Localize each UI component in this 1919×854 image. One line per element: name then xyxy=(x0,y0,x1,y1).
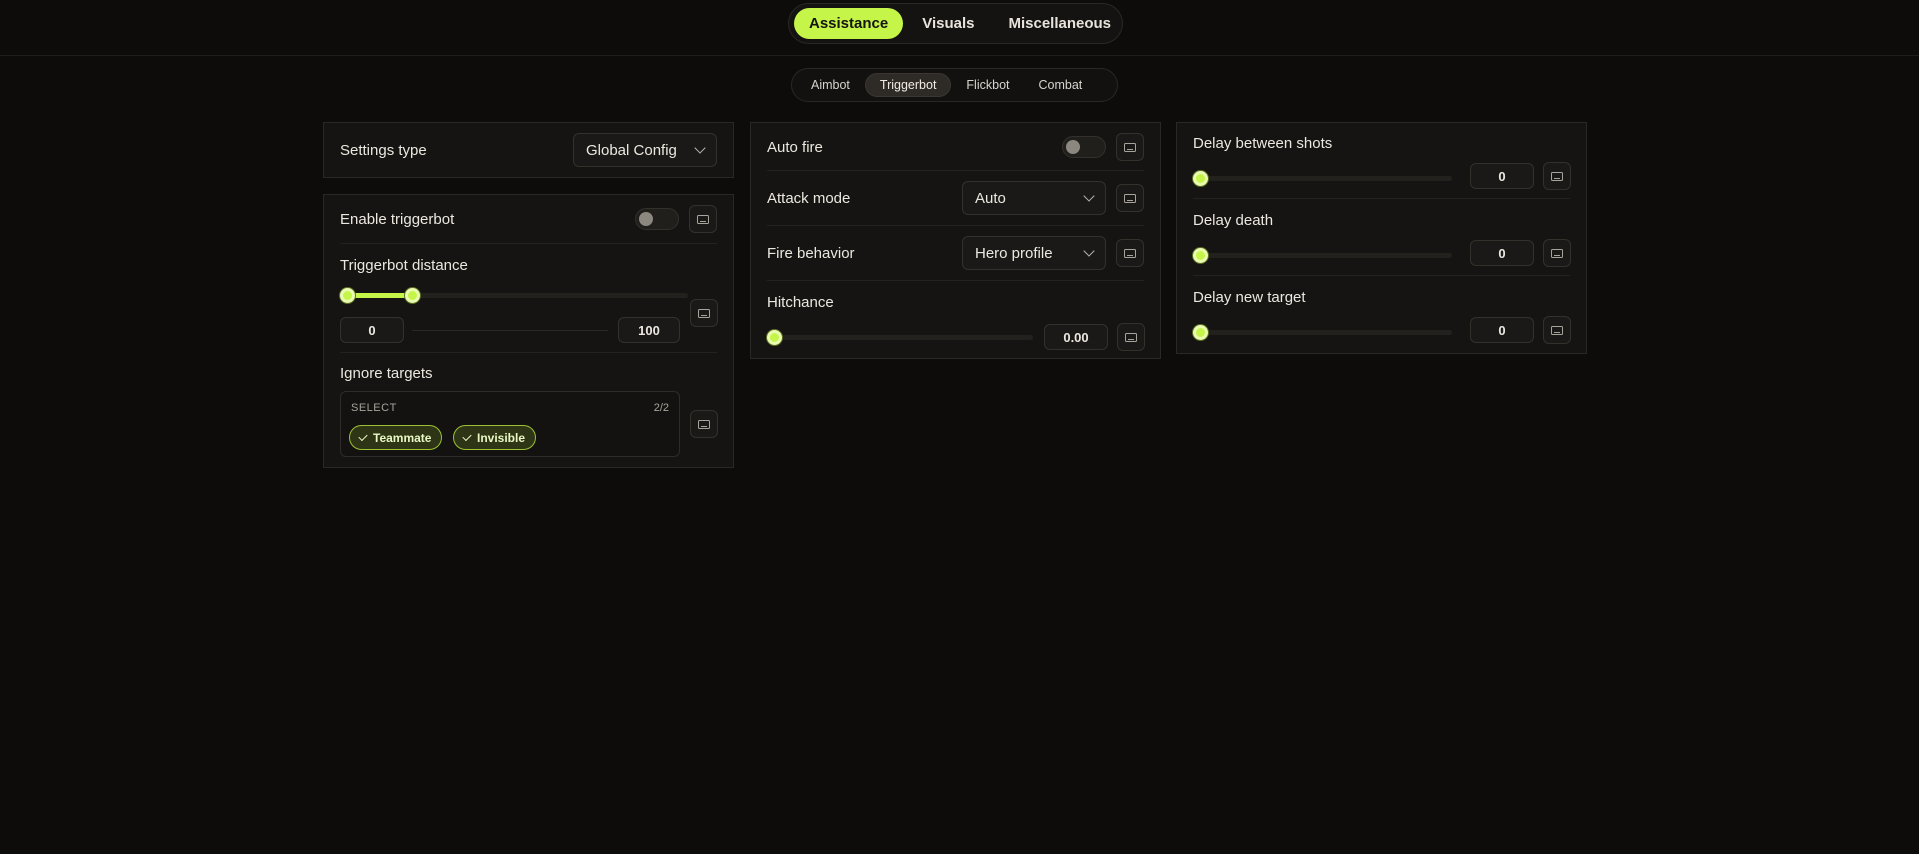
triggerbot-distance-label: Triggerbot distance xyxy=(340,257,468,274)
settings-type-panel: Settings type Global Config xyxy=(323,122,734,178)
keyboard-icon xyxy=(698,419,710,429)
ignore-targets-select[interactable]: SELECT 2/2 Teammate Invisible xyxy=(340,391,680,457)
attack-mode-value: Auto xyxy=(975,189,1006,207)
hitchance-keybind-button[interactable] xyxy=(1117,323,1145,351)
keyboard-icon xyxy=(1551,325,1563,335)
divider xyxy=(1193,275,1570,276)
fire-behavior-select[interactable]: Hero profile xyxy=(962,236,1106,270)
chip-invisible[interactable]: Invisible xyxy=(453,425,537,450)
subtab-triggerbot[interactable]: Triggerbot xyxy=(864,73,952,97)
check-icon xyxy=(462,431,472,441)
keyboard-icon xyxy=(697,214,709,224)
delay-between-shots-handle[interactable] xyxy=(1193,171,1208,186)
divider xyxy=(1193,198,1570,199)
main-tabs: Assistance Visuals Miscellaneous xyxy=(788,3,1123,44)
enable-triggerbot-label: Enable triggerbot xyxy=(340,210,455,228)
keyboard-icon xyxy=(1551,248,1563,258)
divider xyxy=(340,243,717,244)
keyboard-icon xyxy=(1124,248,1136,258)
toggle-knob xyxy=(639,212,653,226)
delay-death-input[interactable]: 0 xyxy=(1470,240,1534,266)
divider xyxy=(340,352,717,353)
triggerbot-panel: Enable triggerbot Triggerbot distance 0 … xyxy=(323,194,734,468)
auto-fire-label: Auto fire xyxy=(767,138,823,156)
delay-death-handle[interactable] xyxy=(1193,248,1208,263)
settings-type-value: Global Config xyxy=(586,141,677,159)
divider xyxy=(767,225,1144,226)
chip-label: Teammate xyxy=(373,430,432,445)
fire-behavior-value: Hero profile xyxy=(975,244,1053,262)
chevron-down-icon xyxy=(694,142,706,154)
settings-type-select[interactable]: Global Config xyxy=(573,133,717,167)
attack-mode-keybind-button[interactable] xyxy=(1116,184,1144,212)
attack-mode-label: Attack mode xyxy=(767,189,851,207)
delay-new-target-handle[interactable] xyxy=(1193,325,1208,340)
tab-miscellaneous[interactable]: Miscellaneous xyxy=(993,8,1126,39)
ignore-targets-keybind-button[interactable] xyxy=(690,410,718,438)
divider xyxy=(767,280,1144,281)
chevron-down-icon xyxy=(1083,245,1095,257)
ignore-targets-label: Ignore targets xyxy=(340,365,433,382)
subtab-combat[interactable]: Combat xyxy=(1025,73,1097,97)
delay-death-keybind-button[interactable] xyxy=(1543,239,1571,267)
keyboard-icon xyxy=(1124,193,1136,203)
fire-behavior-label: Fire behavior xyxy=(767,244,855,262)
enable-triggerbot-toggle[interactable] xyxy=(635,208,679,230)
chip-label: Invisible xyxy=(477,430,526,445)
fire-behavior-keybind-button[interactable] xyxy=(1116,239,1144,267)
triggerbot-distance-max-handle[interactable] xyxy=(404,288,420,303)
enable-triggerbot-keybind-button[interactable] xyxy=(689,205,717,233)
delay-new-target-label: Delay new target xyxy=(1193,289,1306,306)
keyboard-icon xyxy=(1125,332,1137,342)
delay-new-target-track[interactable] xyxy=(1201,330,1452,335)
delays-panel: Delay between shots 0 Delay death 0 Dela… xyxy=(1176,122,1587,354)
tab-assistance[interactable]: Assistance xyxy=(794,8,904,39)
keyboard-icon xyxy=(1124,142,1136,152)
selected-count: 2/2 xyxy=(653,402,669,414)
subtab-aimbot[interactable]: Aimbot xyxy=(797,73,864,97)
triggerbot-distance-min-input[interactable]: 0 xyxy=(340,317,404,343)
triggerbot-distance-min-handle[interactable] xyxy=(340,288,355,303)
hitchance-input[interactable]: 0.00 xyxy=(1044,324,1108,350)
select-header: SELECT xyxy=(351,402,397,414)
delay-between-shots-track[interactable] xyxy=(1201,176,1452,181)
triggerbot-distance-fill xyxy=(348,293,413,298)
sub-tabs: Aimbot Triggerbot Flickbot Combat xyxy=(791,68,1118,102)
auto-fire-keybind-button[interactable] xyxy=(1116,133,1144,161)
triggerbot-distance-max-input[interactable]: 100 xyxy=(618,317,680,343)
delay-between-shots-label: Delay between shots xyxy=(1193,135,1333,152)
chip-teammate[interactable]: Teammate xyxy=(349,425,443,450)
settings-type-label: Settings type xyxy=(340,141,427,159)
hitchance-track[interactable] xyxy=(775,335,1033,340)
delay-between-shots-keybind-button[interactable] xyxy=(1543,162,1571,190)
tab-visuals[interactable]: Visuals xyxy=(907,8,989,39)
delay-death-label: Delay death xyxy=(1193,212,1274,229)
check-icon xyxy=(358,431,368,441)
subtab-flickbot[interactable]: Flickbot xyxy=(952,73,1023,97)
delay-new-target-input[interactable]: 0 xyxy=(1470,317,1534,343)
header-divider xyxy=(0,55,1919,56)
range-connector xyxy=(412,330,608,331)
triggerbot-distance-keybind-button[interactable] xyxy=(690,299,718,327)
delay-between-shots-input[interactable]: 0 xyxy=(1470,163,1534,189)
keyboard-icon xyxy=(1551,171,1563,181)
chevron-down-icon xyxy=(1083,190,1095,202)
hitchance-label: Hitchance xyxy=(767,294,834,311)
divider xyxy=(767,170,1144,171)
keyboard-icon xyxy=(698,308,710,318)
attack-mode-select[interactable]: Auto xyxy=(962,181,1106,215)
delay-new-target-keybind-button[interactable] xyxy=(1543,316,1571,344)
hitchance-handle[interactable] xyxy=(767,330,782,345)
delay-death-track[interactable] xyxy=(1201,253,1452,258)
toggle-knob xyxy=(1066,140,1080,154)
auto-fire-toggle[interactable] xyxy=(1062,136,1106,158)
fire-panel: Auto fire Attack mode Auto Fire behavior… xyxy=(750,122,1161,359)
